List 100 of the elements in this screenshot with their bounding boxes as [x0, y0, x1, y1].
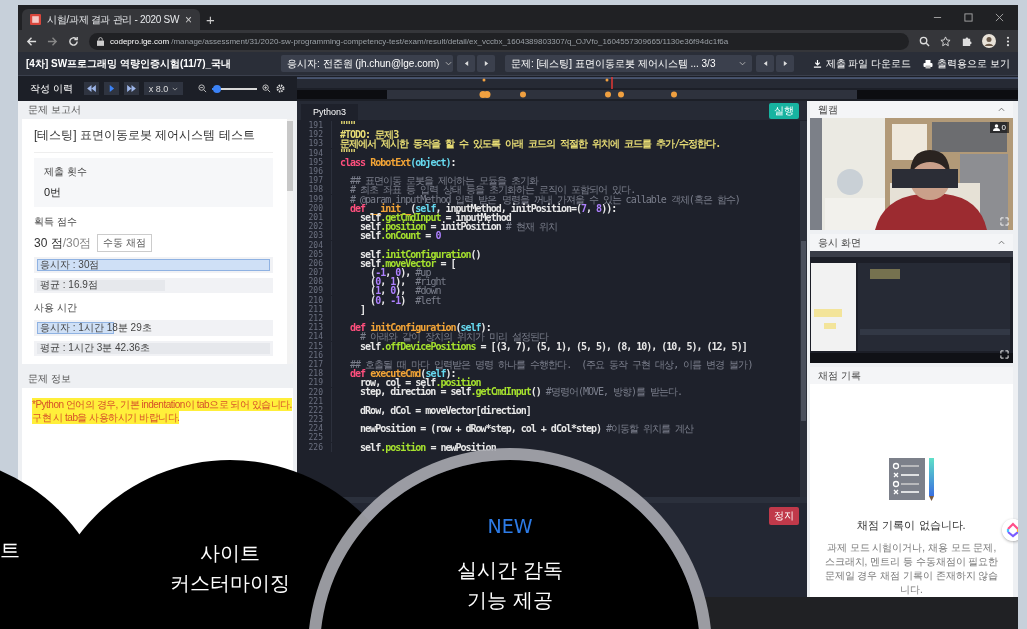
code-line: self.position = newPosition	[359, 442, 496, 452]
field-value: 0번	[44, 185, 63, 200]
panel-header: 문제 정보	[27, 372, 72, 386]
line-number: 196	[297, 167, 332, 177]
line-number: 225	[297, 433, 332, 443]
candidate-dropdown[interactable]: 응시자: 전준원 (jh.chun@lge.com)	[281, 55, 453, 72]
bar-label: 평균 : 1시간 3분 42.36초	[39, 341, 151, 356]
toolbar-link[interactable]: 제출 파일 다운로드	[812, 56, 912, 71]
chevron-down-icon	[172, 86, 179, 91]
timeline-drawing[interactable]	[297, 76, 1018, 101]
fast-forward-button[interactable]	[123, 82, 139, 95]
notice-text: *Python 언어의 경우, 기본 indentation이 tab으로 되어 있습니다.	[32, 398, 292, 411]
promo-caption: 사이트 커스터마이징	[169, 540, 291, 597]
manual-grade-button[interactable]: 수동 채점	[97, 234, 153, 252]
zoom-slider[interactable]	[212, 87, 258, 90]
problem-dropdown[interactable]: 문제: [테스팅] 표면이동로봇 제어시스템 ... 3/3	[505, 55, 752, 72]
line-number: 204	[297, 240, 332, 250]
code-line: """	[340, 121, 356, 131]
section-header[interactable]: 응시 화면	[810, 234, 1013, 251]
empty-text: 과제 모드 시험이거나, 채용 모드 문제, 스크래치, 멘트리 등 수동채점이 필요한 문제일 경우 채점 기록이 존재하지 않습니다.	[823, 541, 1000, 597]
tab-close-button[interactable]: ×	[185, 12, 193, 27]
settings-icon[interactable]	[276, 84, 286, 93]
zoom-out-icon	[198, 84, 208, 93]
search-icon[interactable]	[919, 35, 930, 47]
next-button[interactable]	[776, 55, 794, 72]
chevron-right-icon	[782, 60, 788, 67]
code-line: (-1, 0), #up	[369, 268, 431, 278]
line-number: 201	[297, 212, 332, 222]
avatar-icon[interactable]	[982, 34, 996, 48]
maximize-icon[interactable]	[964, 13, 973, 22]
browser-tab[interactable]: 시험/과제 결과 관리 - 2020 SW ×	[22, 9, 200, 30]
history-label: 작성 이력	[30, 81, 73, 96]
chevron-down-icon	[445, 61, 453, 66]
code-line: ## 표면이동 로봇을 제어하는 모듈을 초기화	[349, 176, 539, 186]
line-number: 226	[297, 442, 332, 452]
chevron-up-icon[interactable]	[998, 240, 1005, 245]
line-number: 199	[297, 194, 332, 204]
editor-tab[interactable]: Python3	[301, 104, 359, 120]
line-number: 191	[297, 121, 332, 131]
score-value: 30 점/30점	[34, 234, 92, 252]
close-icon[interactable]	[995, 13, 1004, 22]
line-number: 203	[297, 231, 332, 241]
address-field[interactable]: codepro.lge.com /manage/assessment/31/2020-sw-programming-competency-test/exam/result/detail/ex_vccbx_1604389803307/q_OJVfo_1604557309665/1130e36f94dc1f6a	[89, 32, 909, 50]
download-icon	[812, 59, 822, 68]
exam-title: [4차] SW프로그래밍 역량인증시험(11/7)_국내	[26, 56, 233, 71]
printer-icon	[923, 58, 934, 69]
rewind-button[interactable]	[83, 82, 99, 95]
line-number: 219	[297, 378, 332, 388]
chevron-left-icon	[762, 60, 768, 67]
line-number: 209	[297, 286, 332, 296]
field-label: 사용 시간	[34, 301, 78, 315]
reload-icon[interactable]	[68, 35, 79, 47]
chevron-left-icon	[463, 60, 469, 67]
section-header[interactable]: 웹캠	[810, 101, 1013, 118]
star-icon[interactable]	[940, 35, 951, 47]
forward-arrow-icon[interactable]	[47, 35, 58, 47]
chevron-up-icon[interactable]	[998, 107, 1005, 112]
new-tab-button[interactable]: +	[206, 10, 215, 28]
url-host: codepro.lge.com	[110, 36, 170, 46]
previous-button[interactable]	[756, 55, 774, 72]
line-number: 211	[297, 304, 332, 314]
bar-label: 응시자 : 1시간 18분 29초	[39, 320, 152, 335]
code-line: (1, 0), #down	[369, 286, 441, 296]
line-number: 214	[297, 332, 332, 342]
section-header: 채점 기록	[810, 367, 1013, 384]
previous-button[interactable]	[457, 55, 475, 72]
line-number: 207	[297, 268, 332, 278]
favicon-icon	[30, 14, 41, 25]
code-line: dRow, dCol = moveVector[direction]	[359, 405, 531, 415]
code-line: (0, 1), #right	[369, 277, 446, 287]
code-line: (0, -1) #left	[369, 295, 441, 305]
line-number: 220	[297, 387, 332, 397]
fullscreen-icon[interactable]	[1000, 350, 1009, 359]
promo-caption: 트	[0, 537, 21, 564]
line-number: 206	[297, 258, 332, 268]
slider-thumb[interactable]	[212, 84, 221, 93]
line-number: 192	[297, 130, 332, 140]
code-line: def executeCmd(self):	[349, 369, 456, 379]
line-number: 217	[297, 359, 332, 369]
back-arrow-icon[interactable]	[26, 35, 37, 47]
line-number: 198	[297, 185, 332, 195]
notice-text: 구현 시 tab을 사용하시기 바랍니다.	[32, 411, 180, 424]
chevron-down-icon	[739, 61, 746, 66]
line-number: 218	[297, 369, 332, 379]
speed-select[interactable]: x 8.0	[143, 82, 184, 95]
field-label: 획득 점수	[34, 215, 78, 229]
menu-icon[interactable]	[1006, 35, 1010, 47]
line-number: 213	[297, 323, 332, 333]
line-number: 221	[297, 396, 332, 406]
bar-label: 응시자 : 30점	[39, 257, 100, 272]
code-line: def initConfiguration(self):	[349, 323, 491, 333]
code-line: ]	[359, 304, 366, 314]
puzzle-icon[interactable]	[961, 35, 972, 47]
code-line: #TODO: 문제3	[340, 130, 399, 140]
next-button[interactable]	[477, 55, 495, 72]
code-line: self.onCount = 0	[359, 231, 441, 241]
stop-button[interactable]: 정지	[769, 507, 799, 525]
toolbar-link[interactable]: 출력용으로 보기	[923, 56, 1010, 71]
play-button[interactable]	[103, 82, 119, 95]
code-line: self.moveVector = [	[359, 258, 456, 268]
